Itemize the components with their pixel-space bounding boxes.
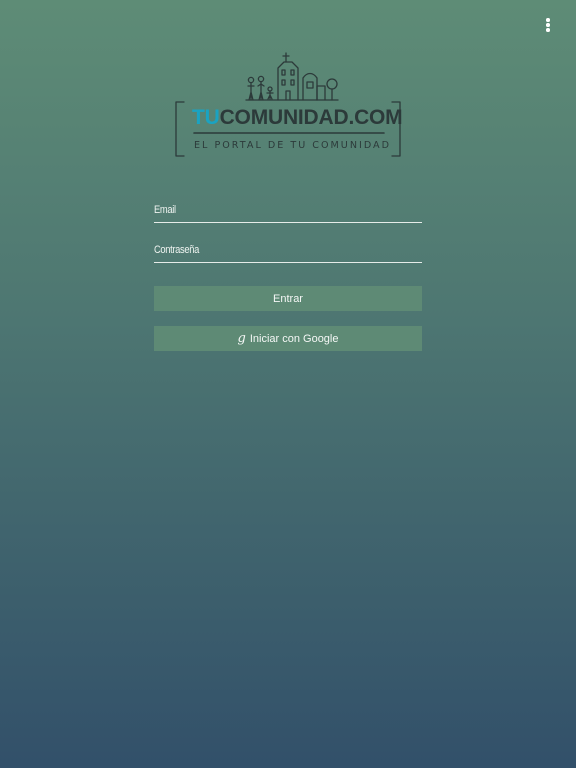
- brand-tagline: EL PORTAL DE TU COMUNIDAD: [194, 140, 391, 151]
- password-field-container: [154, 238, 422, 263]
- tucomunidad-logo: TUCOMUNIDAD.COM EL PORTAL DE TU COMUNIDA…: [170, 48, 406, 160]
- login-button[interactable]: Entrar: [154, 286, 422, 311]
- brand-name: TUCOMUNIDAD.COM: [192, 106, 403, 130]
- more-vertical-icon: [546, 18, 550, 22]
- login-button-label: Entrar: [273, 292, 303, 305]
- google-signin-button[interactable]: g Iniciar con Google: [154, 326, 422, 351]
- more-options-button[interactable]: [540, 14, 556, 34]
- more-vertical-icon: [546, 23, 550, 27]
- email-field-container: [154, 198, 422, 223]
- google-signin-label: Iniciar con Google: [249, 332, 339, 345]
- email-field[interactable]: [154, 198, 382, 222]
- more-vertical-icon: [546, 28, 550, 32]
- brand-main: COMUNIDAD.COM: [219, 106, 403, 129]
- google-g-icon: g: [237, 331, 246, 346]
- password-field[interactable]: [154, 238, 382, 262]
- brand-accent: TU: [192, 106, 220, 129]
